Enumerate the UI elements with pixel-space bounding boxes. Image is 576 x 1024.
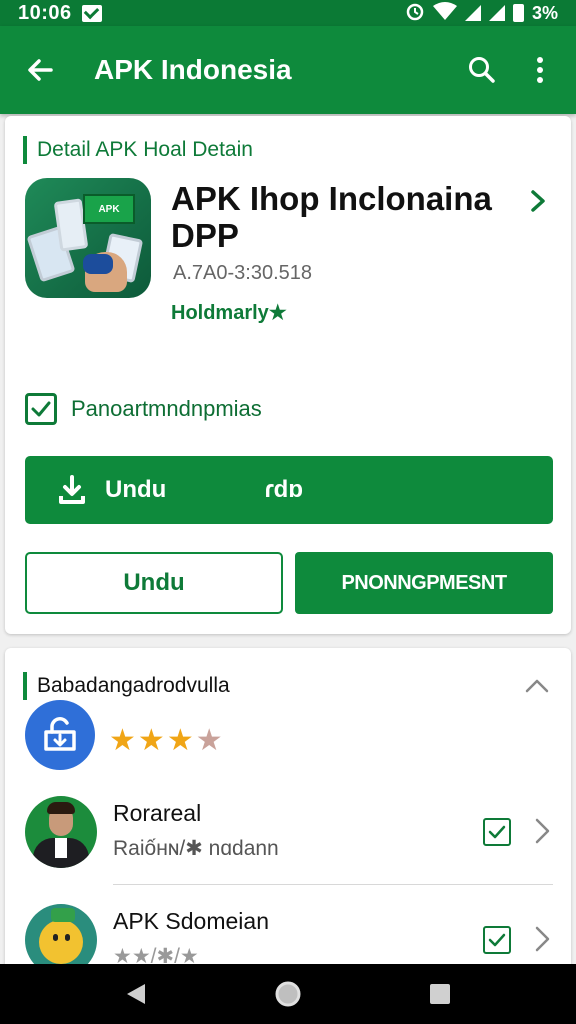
download-button-label: Undu	[105, 476, 167, 503]
rating-stars: ★ ★ ★ ★	[109, 726, 223, 756]
more-vert-icon[interactable]	[522, 52, 558, 88]
app-name: APK Ihop Inclonaina DPP	[171, 180, 492, 254]
related-card: Babadangadrodvulla ★ ★ ★ ★ Rorareal Raiố…	[5, 648, 571, 978]
avatar	[25, 796, 97, 868]
permission-checkbox-row[interactable]: Panoartmndnpmias	[25, 393, 262, 425]
section-header: Detail APK Hoal Detain	[23, 136, 253, 164]
divider	[113, 884, 553, 885]
search-icon[interactable]	[464, 52, 500, 88]
list-item-title: Rorareal	[113, 800, 202, 826]
related-section-title: Babadangadrodvulla	[37, 674, 230, 697]
download-button-secondary: ɾdɒ	[264, 476, 303, 503]
status-time: 10:06	[18, 1, 72, 24]
item-checkbox[interactable]	[483, 818, 511, 846]
status-icons: 3%	[405, 1, 558, 26]
item-checkbox[interactable]	[483, 926, 511, 954]
app-bar: APK Indonesia	[0, 26, 576, 114]
battery-icon	[512, 4, 524, 22]
alarm-icon	[405, 1, 425, 26]
checkbox[interactable]	[25, 393, 57, 425]
section-title: Detail APK Hoal Detain	[37, 138, 253, 161]
signal-icon	[464, 5, 481, 21]
wifi-icon	[432, 1, 457, 25]
related-section-header: Babadangadrodvulla	[23, 672, 230, 700]
page-title: APK Indonesia	[94, 54, 292, 85]
secondary-action-button[interactable]: PNONNGPMESNT	[295, 552, 553, 614]
star-empty-icon: ★	[195, 724, 223, 757]
list-item-title: APK Sdomeian	[113, 908, 269, 934]
signal-icon-2	[488, 5, 505, 21]
chevron-right-icon[interactable]	[531, 816, 555, 846]
star-icon: ★	[166, 724, 194, 757]
chevron-up-icon[interactable]	[521, 670, 553, 702]
recents-square-icon[interactable]	[420, 974, 460, 1014]
back-arrow-icon[interactable]	[20, 50, 60, 90]
system-nav-bar	[0, 964, 576, 1024]
app-icon-sign: APK	[83, 194, 135, 224]
download-outline-button[interactable]: Undu	[25, 552, 283, 614]
app-detail-card: Detail APK Hoal Detain APK APK Ihop Incl…	[5, 116, 571, 634]
star-icon: ★	[137, 724, 165, 757]
app-developer[interactable]: Holdmarly★	[171, 300, 287, 325]
battery-text: 3%	[531, 2, 558, 23]
status-bar: 10:06 3%	[0, 0, 576, 26]
unlock-icon[interactable]	[25, 700, 95, 770]
chevron-right-icon[interactable]	[531, 924, 555, 954]
star-icon: ★	[109, 724, 136, 757]
download-icon	[55, 473, 89, 507]
checkbox-label: Panoartmndnpmias	[71, 396, 262, 421]
mail-icon	[81, 4, 102, 22]
home-circle-icon[interactable]	[268, 974, 308, 1014]
app-icon[interactable]: APK	[25, 178, 151, 298]
chevron-right-icon[interactable]	[525, 188, 551, 214]
app-version: A.7A0-3:30.518	[173, 262, 312, 284]
download-button[interactable]: Undu ɾdɒ	[25, 456, 553, 524]
back-triangle-icon[interactable]	[116, 974, 156, 1014]
list-item-subtitle: Raiốʜɴ/✱ nɑdann	[113, 837, 279, 860]
